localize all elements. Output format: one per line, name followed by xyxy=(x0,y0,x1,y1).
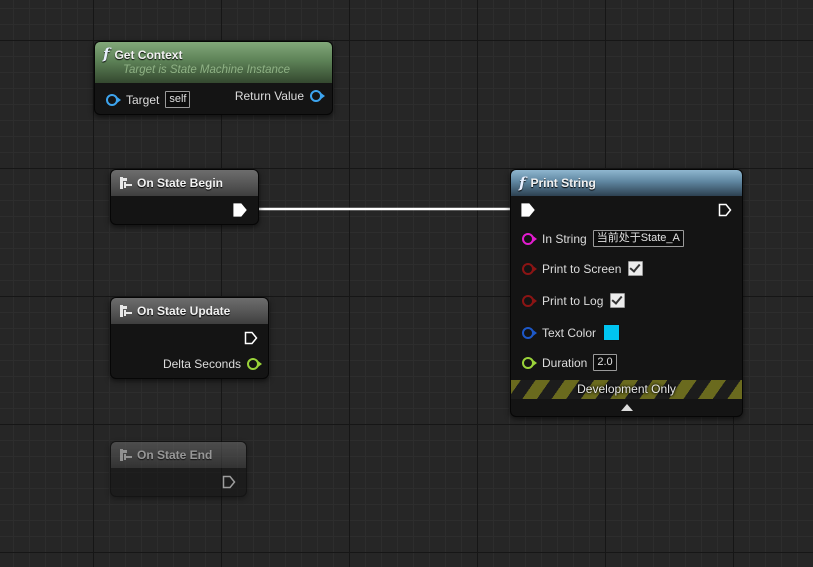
target-pin[interactable] xyxy=(106,93,121,106)
function-f-icon: f xyxy=(519,174,526,192)
in-string-field[interactable]: 当前处于State_A xyxy=(592,230,684,247)
exec-out-pin-icon[interactable] xyxy=(718,203,732,217)
target-label: Target xyxy=(126,92,160,107)
delta-seconds-pin-row: Delta Seconds xyxy=(162,357,262,371)
print-string-header[interactable]: f Print String xyxy=(511,170,742,196)
event-icon xyxy=(120,305,132,317)
development-only-label: Development Only xyxy=(577,382,676,396)
text-color-label: Text Color xyxy=(542,325,597,340)
target-value-field[interactable]: self xyxy=(165,91,191,108)
in-string-pin[interactable] xyxy=(522,232,537,245)
event-icon xyxy=(120,177,132,189)
return-value-label: Return Value xyxy=(234,89,304,103)
print-to-screen-pin-row: Print to Screen xyxy=(522,261,644,276)
get-context-subtitle: Target is State Machine Instance xyxy=(123,64,291,76)
event-icon xyxy=(120,449,132,461)
on-state-end-title: On State End xyxy=(137,448,213,462)
exec-in-pin-icon[interactable] xyxy=(521,203,535,217)
print-to-log-checkbox[interactable] xyxy=(610,293,626,308)
exec-pin-icon[interactable] xyxy=(222,475,236,489)
blueprint-graph-canvas[interactable]: f Get Context Target is State Machine Ins… xyxy=(0,0,813,567)
on-state-begin-header[interactable]: On State Begin xyxy=(111,170,258,196)
get-context-header[interactable]: f Get Context Target is State Machine Ins… xyxy=(95,42,332,83)
print-to-log-pin[interactable] xyxy=(522,294,537,307)
exec-pin-icon[interactable] xyxy=(244,331,258,345)
duration-label: Duration xyxy=(542,355,588,370)
get-context-node[interactable]: f Get Context Target is State Machine Ins… xyxy=(94,41,333,115)
on-state-begin-node[interactable]: On State Begin xyxy=(110,169,259,225)
delta-seconds-label: Delta Seconds xyxy=(162,357,241,371)
return-value-pin[interactable] xyxy=(310,90,325,102)
delta-seconds-pin[interactable] xyxy=(247,358,262,370)
exec-pin-icon[interactable] xyxy=(233,203,247,217)
print-string-title: Print String xyxy=(530,176,596,190)
print-to-log-pin-row: Print to Log xyxy=(522,293,626,308)
in-string-label: In String xyxy=(542,231,587,246)
duration-pin[interactable] xyxy=(522,356,537,369)
on-state-end-node[interactable]: On State End xyxy=(110,441,247,497)
text-color-pin[interactable] xyxy=(522,326,537,339)
function-f-icon: f xyxy=(103,45,110,63)
on-state-update-node[interactable]: On State Update Delta Seconds xyxy=(110,297,269,379)
text-color-pin-row: Text Color xyxy=(522,324,621,341)
development-only-banner: Development Only xyxy=(511,380,742,399)
target-pin-row: Target self xyxy=(106,91,191,108)
duration-pin-row: Duration 2.0 xyxy=(522,354,617,371)
return-value-pin-row: Return Value xyxy=(234,89,325,103)
in-string-pin-row: In String 当前处于State_A xyxy=(522,230,684,247)
text-color-swatch[interactable] xyxy=(603,324,621,341)
on-state-update-header[interactable]: On State Update xyxy=(111,298,268,324)
duration-field[interactable]: 2.0 xyxy=(593,354,617,371)
print-to-screen-checkbox[interactable] xyxy=(628,261,644,276)
on-state-end-header[interactable]: On State End xyxy=(111,442,246,468)
get-context-title: Get Context xyxy=(114,48,183,62)
print-to-screen-label: Print to Screen xyxy=(542,261,622,276)
collapse-arrow-icon[interactable] xyxy=(620,404,633,411)
print-to-screen-pin[interactable] xyxy=(522,262,537,275)
on-state-begin-title: On State Begin xyxy=(137,176,224,190)
print-string-node[interactable]: f Print String In String 当前处于State_A Pri… xyxy=(510,169,743,417)
on-state-update-title: On State Update xyxy=(137,304,231,318)
print-to-log-label: Print to Log xyxy=(542,293,604,308)
